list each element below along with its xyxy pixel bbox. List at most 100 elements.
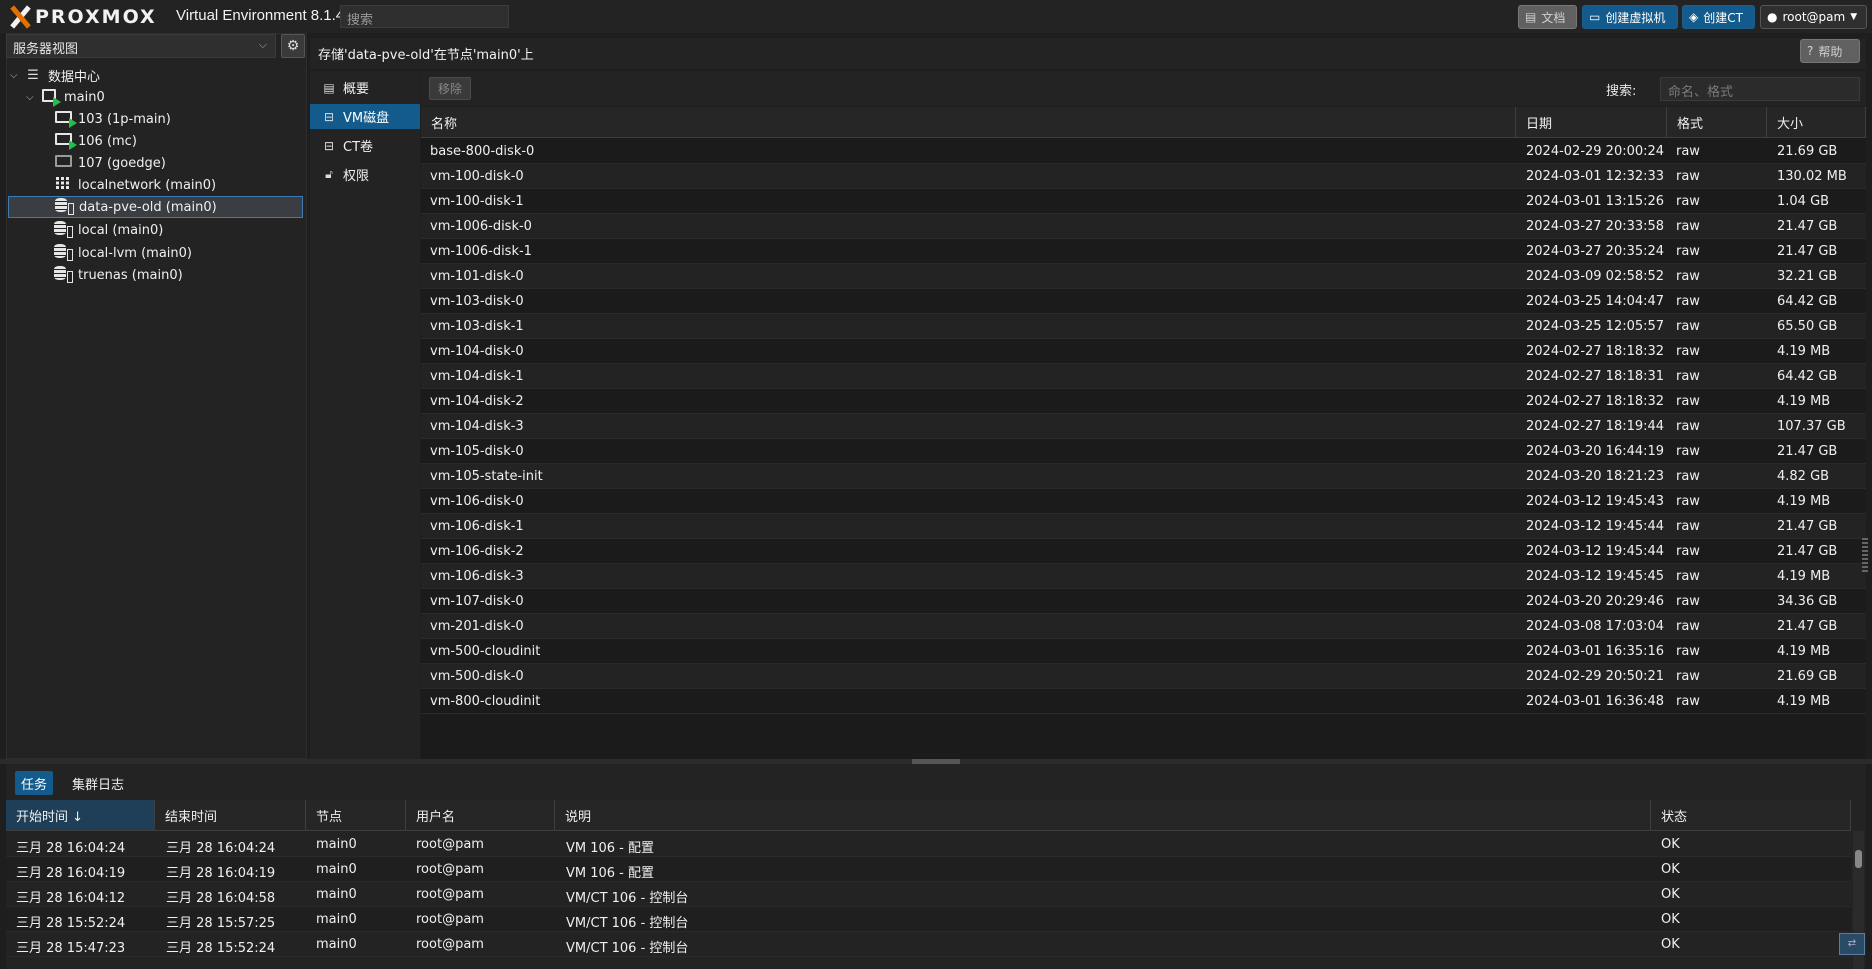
table-row[interactable]: vm-105-state-init 2024-03-20 18:21:23 raw 4… (421, 464, 1866, 489)
cell-size: 4.19 MB (1777, 344, 1831, 359)
column-header-size[interactable]: 大小 (1767, 107, 1866, 138)
column-header-node[interactable]: 节点 (306, 800, 406, 831)
column-header-name[interactable]: 名称 (421, 107, 1516, 138)
tree-storage-local-lvm[interactable]: local-lvm (main0) (52, 242, 305, 264)
resize-grip-icon[interactable] (1862, 538, 1868, 574)
help-button[interactable]: ? 帮助 (1800, 39, 1860, 63)
table-row[interactable]: vm-103-disk-0 2024-03-25 14:04:47 raw 64.42… (421, 289, 1866, 314)
nav-summary[interactable]: ▤ 概要 (310, 75, 420, 100)
chevron-down-icon: ⌵ (10, 69, 18, 81)
view-selector[interactable]: 服务器视图 ⌵ (6, 34, 276, 58)
table-row[interactable]: vm-1006-disk-1 2024-03-27 20:35:24 raw 21.4… (421, 239, 1866, 264)
table-row[interactable]: vm-107-disk-0 2024-03-20 20:29:46 raw 34.36… (421, 589, 1866, 614)
table-row[interactable]: vm-500-cloudinit 2024-03-01 16:35:16 raw 4.… (421, 639, 1866, 664)
cell-node: main0 (316, 837, 357, 852)
cell-size: 1.04 GB (1777, 194, 1830, 209)
column-header-user[interactable]: 用户名 (406, 800, 555, 831)
table-row[interactable]: vm-105-disk-0 2024-03-20 16:44:19 raw 21.47… (421, 439, 1866, 464)
cell-format: raw (1676, 619, 1700, 634)
cell-end-time: 三月 28 15:57:25 (166, 916, 276, 931)
task-row[interactable]: 三月 28 15:52:24 三月 28 15:57:25 main0 root@pa… (6, 907, 1851, 932)
disk-search-input[interactable]: 命名、格式 (1660, 77, 1860, 101)
monitor-icon: ▭ (1589, 10, 1601, 24)
table-row[interactable]: vm-104-disk-2 2024-02-27 18:18:32 raw 4.19 … (421, 389, 1866, 414)
task-row[interactable]: 三月 28 16:04:19 三月 28 16:04:19 main0 root@pa… (6, 857, 1851, 882)
cell-size: 4.19 MB (1777, 694, 1831, 709)
cell-date: 2024-03-08 17:03:04 (1526, 619, 1665, 634)
column-header-status[interactable]: 状态 (1651, 800, 1851, 831)
tree-vm-106[interactable]: 106 (mc) (52, 130, 305, 152)
cell-format: raw (1676, 669, 1700, 684)
column-header-description[interactable]: 说明 (555, 800, 1651, 831)
task-row[interactable]: 三月 28 15:47:23 三月 28 15:52:24 main0 root@pa… (6, 932, 1851, 957)
table-row[interactable]: base-800-disk-0 2024-02-29 20:00:24 raw 21.… (421, 139, 1866, 164)
nav-vm-disks[interactable]: ⊟ VM磁盘 (310, 104, 420, 129)
cell-user: root@pam (416, 862, 484, 877)
create-vm-button[interactable]: ▭ 创建虚拟机 (1582, 5, 1678, 29)
cell-name: vm-104-disk-2 (430, 394, 524, 409)
cell-name: vm-800-cloudinit (430, 694, 541, 709)
cell-size: 21.47 GB (1777, 619, 1838, 634)
table-row[interactable]: vm-101-disk-0 2024-03-09 02:58:52 raw 32.21… (421, 264, 1866, 289)
cell-name: vm-105-disk-0 (430, 444, 524, 459)
gear-icon[interactable]: ⚙ (281, 34, 305, 58)
column-header-format[interactable]: 格式 (1667, 107, 1767, 138)
cell-user: root@pam (416, 837, 484, 852)
translate-icon[interactable]: ⇄ (1839, 933, 1865, 955)
cell-status: OK (1661, 912, 1680, 927)
storage-icon (52, 221, 74, 239)
table-row[interactable]: vm-106-disk-0 2024-03-12 19:45:43 raw 4.19 … (421, 489, 1866, 514)
task-row[interactable]: 三月 28 16:04:24 三月 28 16:04:24 main0 root@pa… (6, 832, 1851, 857)
table-row[interactable]: vm-100-disk-0 2024-03-01 12:32:33 raw 130.0… (421, 164, 1866, 189)
tree-vm-107[interactable]: 107 (goedge) (52, 152, 305, 174)
table-row[interactable]: vm-106-disk-1 2024-03-12 19:45:44 raw 21.47… (421, 514, 1866, 539)
cell-name: vm-103-disk-1 (430, 319, 524, 334)
cell-date: 2024-02-27 18:18:31 (1526, 369, 1665, 384)
cell-name: vm-104-disk-0 (430, 344, 524, 359)
table-row[interactable]: vm-201-disk-0 2024-03-08 17:03:04 raw 21.47… (421, 614, 1866, 639)
table-row[interactable]: vm-1006-disk-0 2024-03-27 20:33:58 raw 21.4… (421, 214, 1866, 239)
proxmox-logo[interactable]: PROXMOX (7, 5, 157, 29)
cell-date: 2024-02-27 18:18:32 (1526, 344, 1665, 359)
create-ct-button[interactable]: ◈ 创建CT (1682, 5, 1755, 29)
cell-size: 21.69 GB (1777, 669, 1838, 684)
cell-status: OK (1661, 862, 1680, 877)
table-row[interactable]: vm-100-disk-1 2024-03-01 13:15:26 raw 1.04 … (421, 189, 1866, 214)
nav-ct-volumes[interactable]: ⊟ CT卷 (310, 133, 420, 158)
table-row[interactable]: vm-104-disk-1 2024-02-27 18:18:31 raw 64.42… (421, 364, 1866, 389)
tree-node-main0[interactable]: ⌵ main0 (26, 86, 305, 108)
cell-date: 2024-02-27 18:19:44 (1526, 419, 1665, 434)
tree-vm-103[interactable]: 103 (1p-main) (52, 108, 305, 130)
column-header-end-time[interactable]: 结束时间 (155, 800, 306, 831)
table-row[interactable]: vm-106-disk-3 2024-03-12 19:45:45 raw 4.19 … (421, 564, 1866, 589)
cell-size: 21.47 GB (1777, 519, 1838, 534)
table-row[interactable]: vm-103-disk-1 2024-03-25 12:05:57 raw 65.50… (421, 314, 1866, 339)
table-row[interactable]: vm-800-cloudinit 2024-03-01 16:36:48 raw 4.… (421, 689, 1866, 714)
cell-name: vm-100-disk-1 (430, 194, 524, 209)
column-header-start-time[interactable]: 开始时间 ↓ (6, 800, 155, 831)
cell-name: vm-106-disk-3 (430, 569, 524, 584)
scrollbar-thumb[interactable] (1855, 850, 1862, 868)
tab-cluster-log[interactable]: 集群日志 (66, 771, 130, 795)
column-header-date[interactable]: 日期 (1516, 107, 1667, 138)
tree-storage-truenas[interactable]: truenas (main0) (52, 264, 305, 286)
tab-tasks[interactable]: 任务 (15, 771, 54, 795)
tree-storage-data-pve-old[interactable]: data-pve-old (main0) (8, 196, 303, 218)
task-row[interactable]: 三月 28 16:04:12 三月 28 16:04:58 main0 root@pa… (6, 882, 1851, 907)
logo-x-icon (7, 6, 33, 28)
table-row[interactable]: vm-500-disk-0 2024-02-29 20:50:21 raw 21.69… (421, 664, 1866, 689)
docs-button[interactable]: ▤ 文档 (1518, 5, 1577, 29)
table-row[interactable]: vm-104-disk-3 2024-02-27 18:19:44 raw 107.3… (421, 414, 1866, 439)
nav-permissions[interactable]: 🔓︎ 权限 (310, 162, 420, 187)
user-menu-button[interactable]: ● root@pam ▼ (1760, 5, 1867, 29)
tree-storage-local[interactable]: local (main0) (52, 219, 305, 241)
table-row[interactable]: vm-106-disk-2 2024-03-12 19:45:44 raw 21.47… (421, 539, 1866, 564)
table-row[interactable]: vm-104-disk-0 2024-02-27 18:18:32 raw 4.19 … (421, 339, 1866, 364)
remove-button[interactable]: 移除 (429, 77, 471, 100)
tree-localnetwork[interactable]: localnetwork (main0) (52, 174, 305, 196)
cell-name: vm-104-disk-1 (430, 369, 524, 384)
tree-datacenter[interactable]: ⌵ ☰ 数据中心 (10, 64, 305, 86)
cell-description: VM/CT 106 - 控制台 (566, 891, 689, 906)
cell-date: 2024-03-01 13:15:26 (1526, 194, 1665, 209)
global-search-input[interactable]: 搜索 (340, 5, 509, 28)
